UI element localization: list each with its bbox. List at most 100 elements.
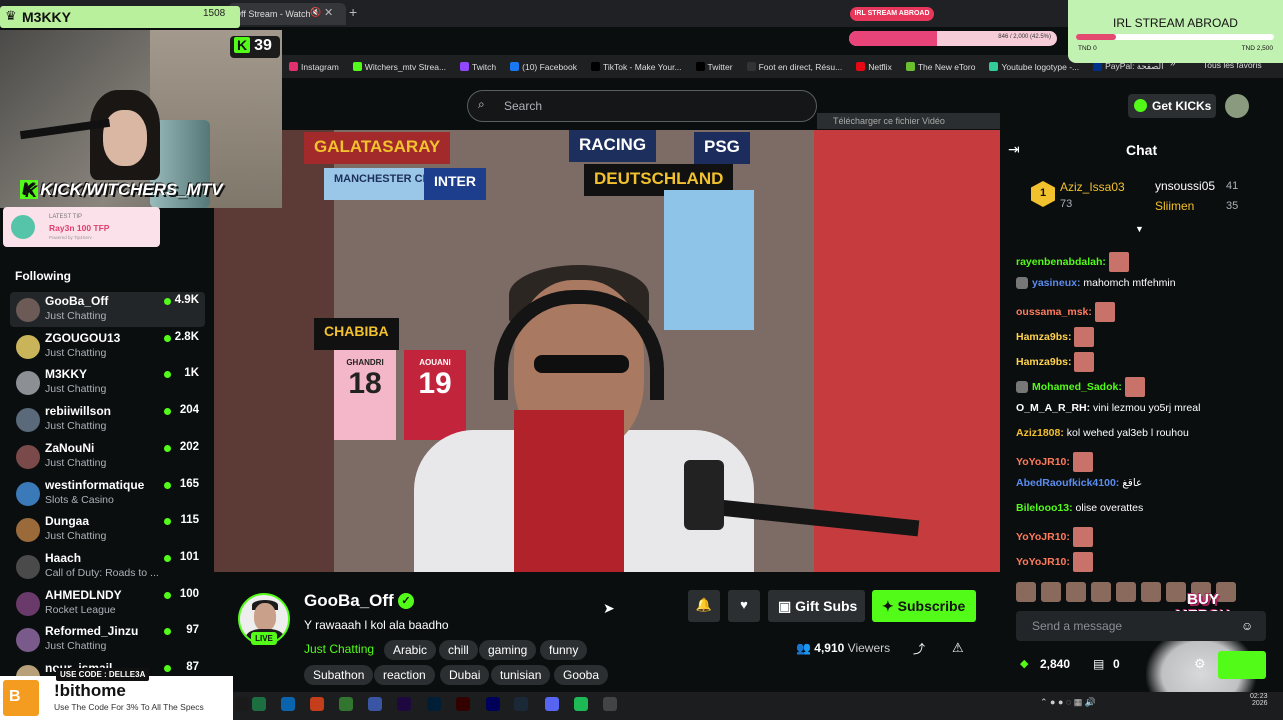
- tag-subathon[interactable]: Subathon: [304, 665, 374, 685]
- kick-logo-icon: K: [234, 37, 251, 53]
- visio-icon[interactable]: [368, 697, 382, 711]
- channel-name[interactable]: GooBa_Off: [304, 591, 394, 611]
- live-dot-icon: [164, 481, 171, 489]
- steam-icon[interactable]: [514, 697, 528, 711]
- gift-subs-button[interactable]: ▣ Gift Subs: [768, 590, 865, 622]
- chat-send-button[interactable]: [1218, 651, 1266, 679]
- tag-dubai[interactable]: Dubai: [440, 665, 490, 685]
- chat-username[interactable]: O_M_A_R_RH:: [1016, 402, 1090, 414]
- chrome-icon[interactable]: [603, 697, 617, 711]
- bookmark-2[interactable]: Twitch: [453, 62, 503, 72]
- search-input[interactable]: Search: [467, 90, 817, 122]
- share-icon[interactable]: ⤴: [913, 640, 925, 657]
- star-icon: ✦: [882, 598, 898, 614]
- bookmark-7[interactable]: Netflix: [849, 62, 899, 72]
- following-item-zgougou13[interactable]: ZGOUGOU13 Just Chatting 2.8K: [10, 329, 205, 364]
- subscribe-button[interactable]: ✦ Subscribe: [872, 590, 976, 622]
- leaderboard-first-name[interactable]: Aziz_Issa03: [1060, 180, 1125, 194]
- excel-icon[interactable]: [252, 697, 266, 711]
- video-player[interactable]: GALATASARAY RACING PSG MANCHESTER CITY I…: [214, 130, 1000, 572]
- channel-avatar: [16, 444, 40, 469]
- tag-arabic[interactable]: Arabic: [384, 640, 437, 660]
- tag-chill[interactable]: chill: [439, 640, 478, 660]
- following-item-zanouni[interactable]: ZaNouNi Just Chatting 202: [10, 439, 205, 474]
- spotify-icon[interactable]: [574, 697, 588, 711]
- following-item-haach[interactable]: Haach Call of Duty: Roads to ... 101: [10, 549, 205, 584]
- chat-username[interactable]: Hamza9bs:: [1016, 356, 1071, 368]
- live-dot-icon: [164, 334, 171, 342]
- chat-message: AbedRaoufkick4100: عاقغ: [1016, 477, 1142, 489]
- new-tab-icon[interactable]: +: [349, 4, 357, 20]
- close-tab-icon[interactable]: ✕: [324, 6, 333, 19]
- bookmark-label: Twitch: [472, 61, 497, 72]
- bookmark-4[interactable]: TikTok - Make Your...: [584, 62, 689, 72]
- leaderboard-second-name[interactable]: ynsoussi05: [1155, 179, 1215, 193]
- chat-username[interactable]: Mohamed_Sadok:: [1032, 381, 1122, 393]
- windows-icon[interactable]: [235, 697, 249, 711]
- system-tray[interactable]: ⌃ ● ● ◌ ▦ 🔊: [1040, 697, 1096, 708]
- bookmark-0[interactable]: Instagram: [282, 62, 346, 72]
- emote-icon: [1072, 452, 1093, 472]
- following-item-westinformatique[interactable]: westinformatique Slots & Casino 165: [10, 476, 205, 511]
- bookmark-9[interactable]: Youtube logotype -...: [982, 62, 1086, 72]
- tag-gaming[interactable]: gaming: [479, 640, 537, 660]
- chat-input[interactable]: Send a message: [1016, 611, 1266, 641]
- chat-username[interactable]: YoYoJR10:: [1016, 531, 1070, 543]
- download-video-bar[interactable]: Télécharger ce fichier Vidéo: [817, 113, 1000, 129]
- mute-tab-icon[interactable]: 🔇: [310, 7, 321, 18]
- notification-bell-button[interactable]: 🔔: [688, 590, 720, 622]
- bookmark-5[interactable]: Twitter: [689, 62, 740, 72]
- chat-username[interactable]: AbedRaoufkick4100:: [1016, 477, 1119, 489]
- photoshop-icon[interactable]: [427, 697, 441, 711]
- tip-label: LATEST TIP: [49, 214, 83, 220]
- following-item-dungaa[interactable]: Dungaa Just Chatting 115: [10, 512, 205, 547]
- project-icon[interactable]: [339, 697, 353, 711]
- tag-reaction[interactable]: reaction: [374, 665, 435, 685]
- stream-category[interactable]: Just Chatting: [304, 642, 374, 656]
- tag-tunisian[interactable]: tunisian: [491, 665, 551, 685]
- emote-picker-icon[interactable]: ☺: [1241, 619, 1253, 633]
- bookmark-3[interactable]: (10) Facebook: [503, 62, 584, 72]
- kick-handle: K KICK/WITCHERS_MTV: [20, 180, 223, 200]
- following-viewers: 2.8K: [174, 330, 199, 343]
- bookmark-label: TikTok - Make Your...: [602, 61, 682, 72]
- chat-settings-icon[interactable]: ⚙: [1194, 656, 1206, 672]
- collapse-chat-icon[interactable]: ⇥: [1008, 141, 1020, 158]
- chat-message: Bilelooo13: olise overattes: [1016, 502, 1143, 514]
- follow-button[interactable]: ♥: [728, 590, 760, 622]
- following-item-m3kky[interactable]: M3KKY Just Chatting 1K: [10, 365, 205, 400]
- tag-gooba[interactable]: Gooba: [554, 665, 609, 685]
- bookmark-1[interactable]: Witchers_mtv Strea...: [346, 62, 453, 72]
- leaderboard-third-name[interactable]: Sliimen: [1155, 199, 1194, 213]
- following-item-ahmedlndy[interactable]: AHMEDLNDY Rocket League 100: [10, 586, 205, 621]
- expand-leaderboard-icon[interactable]: ▼: [1135, 224, 1144, 234]
- channel-points[interactable]: 2,840: [1040, 657, 1070, 671]
- chat-username[interactable]: yasineux:: [1032, 277, 1080, 289]
- chat-username[interactable]: rayenbenabdalah:: [1016, 256, 1106, 268]
- discord-icon[interactable]: [545, 697, 559, 711]
- chat-username[interactable]: Aziz1808:: [1016, 427, 1064, 439]
- channel-avatar: [16, 628, 40, 653]
- chat-username[interactable]: YoYoJR10:: [1016, 456, 1070, 468]
- bookmark-6[interactable]: Foot en direct, Résu...: [740, 62, 850, 72]
- following-item-gooba_off[interactable]: GooBa_Off Just Chatting 4.9K: [10, 292, 205, 327]
- chat-username[interactable]: YoYoJR10:: [1016, 556, 1070, 568]
- powerpoint-icon[interactable]: [310, 697, 324, 711]
- chat-username[interactable]: oussama_msk:: [1016, 306, 1092, 318]
- tag-funny[interactable]: funny: [540, 640, 588, 660]
- report-icon[interactable]: ⚠: [952, 640, 964, 656]
- following-name: GooBa_Off: [45, 294, 109, 308]
- illustrator-icon[interactable]: [456, 697, 470, 711]
- outlook-icon[interactable]: [281, 697, 295, 711]
- following-item-reformed_jinzu[interactable]: Reformed_Jinzu Just Chatting 97: [10, 622, 205, 657]
- premiere-icon[interactable]: [486, 697, 500, 711]
- streamer-glasses: [534, 355, 629, 373]
- aftereffects-icon[interactable]: [397, 697, 411, 711]
- chat-username[interactable]: Hamza9bs:: [1016, 331, 1071, 343]
- user-avatar[interactable]: [1225, 94, 1249, 118]
- chat-username[interactable]: Bilelooo13:: [1016, 502, 1073, 514]
- bookmark-8[interactable]: The New eToro: [899, 62, 983, 72]
- following-category: Just Chatting: [45, 310, 107, 322]
- store-icon[interactable]: ▤: [1093, 657, 1104, 671]
- following-item-rebiiwillson[interactable]: rebiiwillson Just Chatting 204: [10, 402, 205, 437]
